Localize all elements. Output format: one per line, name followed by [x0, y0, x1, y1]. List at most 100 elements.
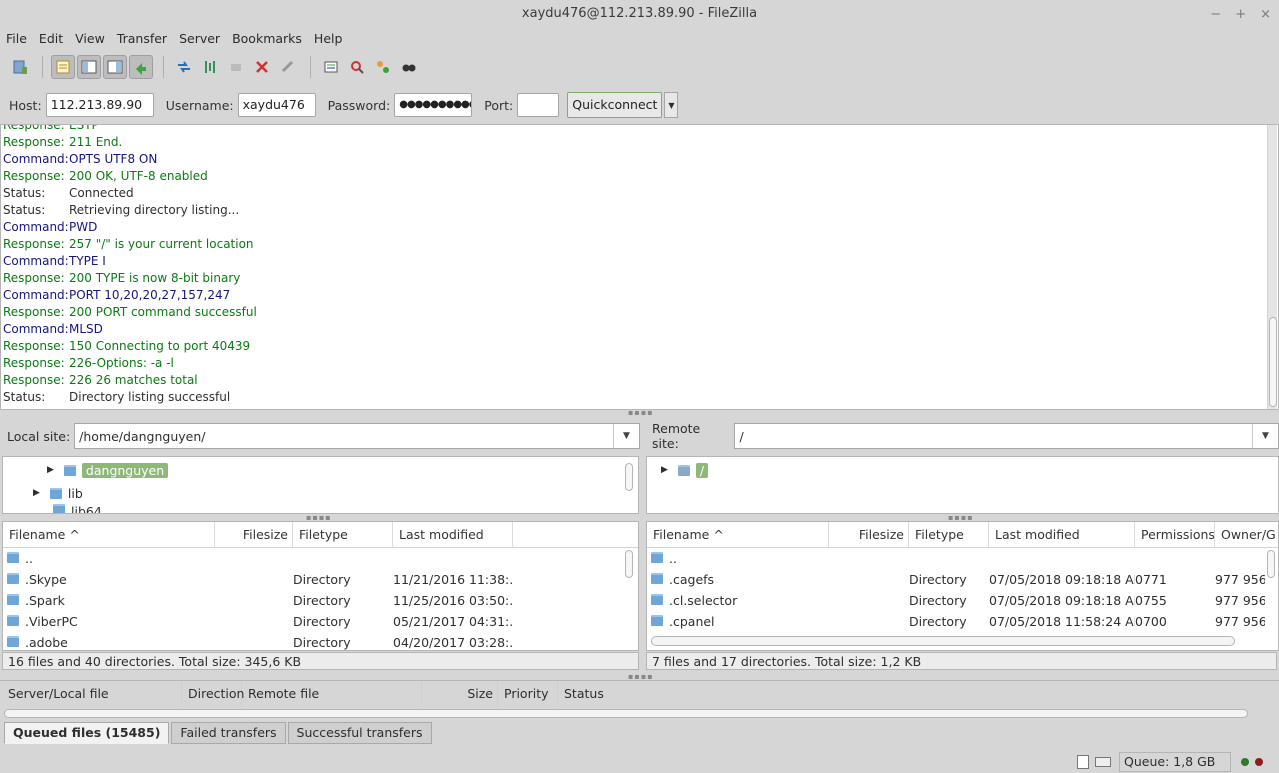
encryption-icon[interactable]: [1095, 756, 1111, 767]
menu-server[interactable]: Server: [173, 31, 226, 46]
column-filename[interactable]: Filename ^: [3, 522, 215, 548]
refresh-icon[interactable]: [172, 55, 196, 79]
expand-arrow-icon[interactable]: ▶: [47, 465, 54, 475]
folder-icon: [651, 573, 663, 584]
list-item[interactable]: .Skype Directory 11/21/2016 11:38:...: [3, 569, 638, 590]
toggle-log-icon[interactable]: [51, 55, 75, 79]
tab-queued-files[interactable]: Queued files (15485): [4, 722, 170, 744]
remote-list-scrollbar[interactable]: [1266, 550, 1276, 610]
sync-browse-icon[interactable]: [371, 55, 395, 79]
file-name: ..: [669, 551, 677, 566]
remote-path-combobox[interactable]: / ▼: [734, 423, 1279, 449]
menu-transfer[interactable]: Transfer: [111, 31, 173, 46]
log-line: Response: 200 TYPE is now 8-bit binary: [1, 270, 1278, 287]
cancel-icon[interactable]: [224, 55, 248, 79]
log-type: Response:: [3, 356, 65, 370]
scrollbar-thumb[interactable]: [625, 550, 633, 578]
reconnect-icon[interactable]: [276, 55, 300, 79]
username-input[interactable]: xaydu476: [237, 93, 316, 117]
list-item[interactable]: .adobe Directory 04/20/2017 03:28:...: [3, 632, 638, 650]
column-filesize[interactable]: Filesize: [829, 522, 909, 548]
log-scrollbar-thumb[interactable]: [1269, 317, 1277, 407]
column-last-modified[interactable]: Last modified: [393, 522, 513, 548]
list-item[interactable]: .cpanel Directory 07/05/2018 11:58:24 AM 07…: [647, 611, 1278, 632]
list-item[interactable]: ..: [647, 548, 1278, 569]
local-directory-tree[interactable]: ▶ dangnguyen ▶ lib lib64: [2, 456, 639, 514]
search-icon[interactable]: [397, 55, 421, 79]
folder-icon: [7, 615, 19, 626]
list-item[interactable]: .ViberPC Directory 05/21/2017 04:31:...: [3, 611, 638, 632]
column-remote-file[interactable]: Remote file: [242, 680, 422, 707]
log-text: PWD: [69, 220, 98, 234]
remote-file-list[interactable]: Filename ^ Filesize Filetype Last modifi…: [646, 521, 1279, 651]
column-priority[interactable]: Priority: [498, 680, 558, 707]
splitter-handle[interactable]: ▪▪▪▪: [628, 408, 654, 417]
port-input[interactable]: [517, 93, 560, 117]
quickconnect-dropdown-button[interactable]: ▼: [664, 92, 679, 118]
directory-compare-icon[interactable]: [319, 55, 343, 79]
file-modified: 11/21/2016 11:38:...: [393, 572, 513, 587]
filter-icon[interactable]: [345, 55, 369, 79]
local-list-scrollbar[interactable]: [624, 550, 634, 610]
log-type: Response:: [3, 271, 65, 285]
transfer-type-icon[interactable]: [1077, 754, 1089, 769]
local-tree-scrollbar[interactable]: [624, 463, 634, 493]
tab-successful-transfers[interactable]: Successful transfers: [287, 722, 432, 744]
expand-arrow-icon[interactable]: ▶: [33, 488, 40, 498]
scrollbar-thumb[interactable]: [1267, 550, 1275, 578]
tree-item-dangnguyen[interactable]: ▶ dangnguyen: [3, 459, 638, 481]
menu-bookmarks[interactable]: Bookmarks: [226, 31, 308, 46]
menu-view[interactable]: View: [69, 31, 111, 46]
toggle-remote-tree-icon[interactable]: [103, 55, 127, 79]
expand-arrow-icon[interactable]: ▶: [661, 465, 668, 475]
message-log[interactable]: Response: ESTP Response: 211 End. Command…: [0, 124, 1279, 410]
close-icon[interactable]: ×: [1260, 7, 1271, 22]
menu-help[interactable]: Help: [308, 31, 349, 46]
column-direction[interactable]: Direction: [182, 680, 244, 707]
process-queue-icon[interactable]: [198, 55, 222, 79]
remote-list-horizontal-scrollbar[interactable]: [651, 636, 1235, 646]
scrollbar-thumb[interactable]: [625, 463, 633, 491]
file-modified: 11/25/2016 03:50:...: [393, 593, 513, 608]
column-filetype[interactable]: Filetype: [909, 522, 989, 548]
local-path-value: /home/dangnguyen/: [79, 428, 206, 444]
log-scrollbar[interactable]: [1267, 125, 1277, 409]
column-filetype[interactable]: Filetype: [293, 522, 393, 548]
menu-edit[interactable]: Edit: [33, 31, 69, 46]
minimize-icon[interactable]: −: [1210, 7, 1221, 22]
local-path-combobox[interactable]: /home/dangnguyen/ ▼: [74, 423, 640, 449]
column-server-local-file[interactable]: Server/Local file: [0, 680, 182, 707]
list-item[interactable]: .Spark Directory 11/25/2016 03:50:...: [3, 590, 638, 611]
quickconnect-button[interactable]: Quickconnect: [567, 92, 663, 118]
column-filename[interactable]: Filename ^: [647, 522, 829, 548]
menu-file[interactable]: File: [0, 31, 33, 46]
chevron-down-icon[interactable]: ▼: [613, 424, 639, 448]
host-input[interactable]: 112.213.89.90: [45, 93, 154, 117]
disconnect-icon[interactable]: [250, 55, 274, 79]
toggle-queue-icon[interactable]: [129, 55, 153, 79]
tab-failed-transfers[interactable]: Failed transfers: [171, 722, 286, 744]
password-input[interactable]: ●●●●●●●●●●: [394, 93, 473, 117]
chevron-down-icon[interactable]: ▼: [1252, 424, 1278, 448]
log-type: Response:: [3, 135, 65, 149]
tree-item-root[interactable]: ▶ /: [647, 459, 1278, 481]
local-file-list[interactable]: Filename ^ Filesize Filetype Last modifi…: [2, 521, 639, 651]
log-line: Response: 226-Options: -a -l: [1, 355, 1278, 372]
toggle-local-tree-icon[interactable]: [77, 55, 101, 79]
column-last-modified[interactable]: Last modified: [989, 522, 1135, 548]
log-text: 211 End.: [69, 135, 123, 149]
column-owner-group[interactable]: Owner/Gro: [1215, 522, 1275, 548]
list-item[interactable]: .cagefs Directory 07/05/2018 09:18:18 AM 07…: [647, 569, 1278, 590]
tree-item-lib[interactable]: ▶ lib: [3, 482, 638, 504]
list-item[interactable]: ..: [3, 548, 638, 569]
list-item[interactable]: .cl.selector Directory 07/05/2018 09:18:18…: [647, 590, 1278, 611]
column-permissions[interactable]: Permissions: [1135, 522, 1215, 548]
maximize-icon[interactable]: +: [1235, 7, 1246, 22]
column-status[interactable]: Status: [558, 681, 758, 707]
column-filesize[interactable]: Filesize: [215, 522, 293, 548]
column-size[interactable]: Size: [422, 680, 498, 707]
folder-icon: [651, 552, 663, 563]
queue-horizontal-scrollbar[interactable]: [4, 709, 1248, 718]
remote-directory-tree[interactable]: ▶ /: [646, 456, 1279, 514]
site-manager-icon[interactable]: [8, 55, 32, 79]
